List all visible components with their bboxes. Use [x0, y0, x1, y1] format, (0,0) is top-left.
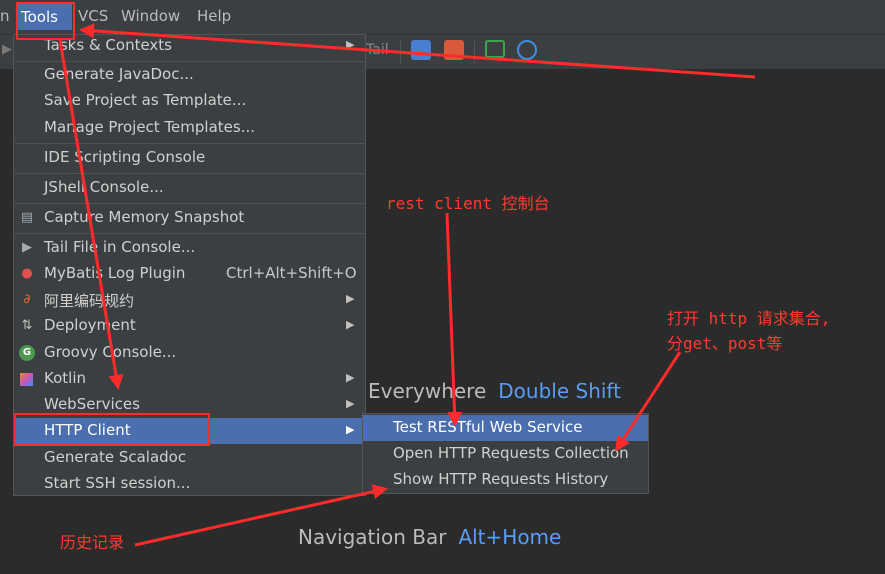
arrow-to-tools — [79, 23, 756, 79]
arrow-rest-client — [445, 212, 463, 427]
arrow-http-collection — [615, 351, 682, 452]
arrow-tools-to-http-client — [58, 39, 124, 390]
annotation-arrows — [58, 23, 756, 547]
arrow-http-history — [134, 484, 388, 547]
